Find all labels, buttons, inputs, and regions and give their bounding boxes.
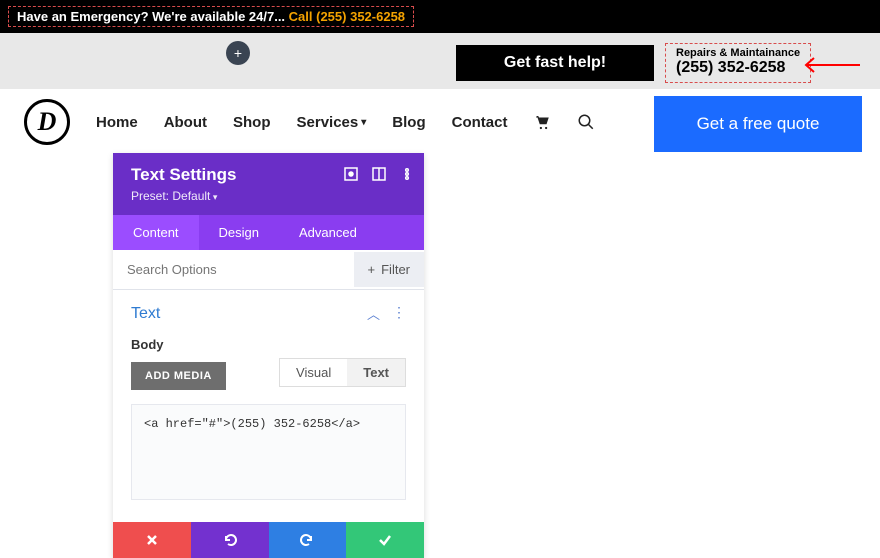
emergency-call-link[interactable]: Call (255) 352-6258 [289, 9, 405, 24]
editor-tabs: Visual Text [279, 358, 406, 387]
body-area: Body ADD MEDIA Visual Text <a href="#">(… [113, 331, 424, 522]
fast-help-button[interactable]: Get fast help! [456, 45, 654, 81]
search-row: + Filter [113, 250, 424, 290]
top-bar: Have an Emergency? We're available 24/7.… [0, 0, 880, 33]
kebab-icon[interactable] [400, 167, 414, 181]
panel-tabs: Content Design Advanced [113, 215, 424, 250]
emergency-box[interactable]: Have an Emergency? We're available 24/7.… [8, 6, 414, 27]
focus-icon[interactable] [344, 167, 358, 181]
text-settings-panel: Text Settings Preset: Default Content De… [113, 153, 424, 558]
repairs-phone: (255) 352-6258 [676, 59, 800, 77]
chevron-up-icon[interactable]: ︿ [367, 304, 380, 323]
section-kebab-icon[interactable]: ⋮ [392, 304, 406, 323]
editor-tab-text[interactable]: Text [347, 359, 405, 386]
body-label: Body [131, 337, 406, 352]
plus-icon: + [368, 262, 376, 277]
tab-design[interactable]: Design [199, 215, 279, 250]
header-gray-band: + Get fast help! Repairs & Maintainance … [0, 33, 880, 89]
cart-icon[interactable] [533, 113, 551, 131]
cancel-button[interactable] [113, 522, 191, 558]
nav-contact[interactable]: Contact [452, 114, 508, 131]
repairs-phone-box[interactable]: Repairs & Maintainance (255) 352-6258 [665, 43, 811, 83]
search-input[interactable] [113, 250, 354, 289]
nav-blog[interactable]: Blog [392, 114, 425, 131]
tab-content[interactable]: Content [113, 215, 199, 250]
confirm-button[interactable] [346, 522, 424, 558]
tab-advanced[interactable]: Advanced [279, 215, 377, 250]
nav-about[interactable]: About [164, 114, 207, 131]
section-text-title: Text [131, 305, 160, 323]
site-logo[interactable]: D [24, 99, 70, 145]
code-editor[interactable]: <a href="#">(255) 352-6258</a> [131, 404, 406, 500]
column-icon[interactable] [372, 167, 386, 181]
add-module-button[interactable]: + [226, 41, 250, 65]
redo-button[interactable] [269, 522, 347, 558]
nav-shop[interactable]: Shop [233, 114, 271, 131]
undo-button[interactable] [191, 522, 269, 558]
get-quote-button[interactable]: Get a free quote [654, 96, 862, 152]
filter-label: Filter [381, 262, 410, 277]
preset-dropdown[interactable]: Preset: Default [131, 189, 406, 203]
nav-services[interactable]: Services [297, 114, 367, 131]
emergency-text: Have an Emergency? We're available 24/7.… [17, 9, 289, 24]
nav-home[interactable]: Home [96, 114, 138, 131]
editor-tab-visual[interactable]: Visual [280, 359, 347, 386]
search-icon[interactable] [577, 113, 595, 131]
annotation-arrow-left [800, 55, 860, 75]
panel-header: Text Settings Preset: Default [113, 153, 424, 215]
section-text-header[interactable]: Text ︿ ⋮ [113, 290, 424, 331]
panel-footer [113, 522, 424, 558]
filter-button[interactable]: + Filter [354, 252, 424, 287]
add-media-button[interactable]: ADD MEDIA [131, 362, 226, 390]
repairs-label: Repairs & Maintainance [676, 47, 800, 59]
